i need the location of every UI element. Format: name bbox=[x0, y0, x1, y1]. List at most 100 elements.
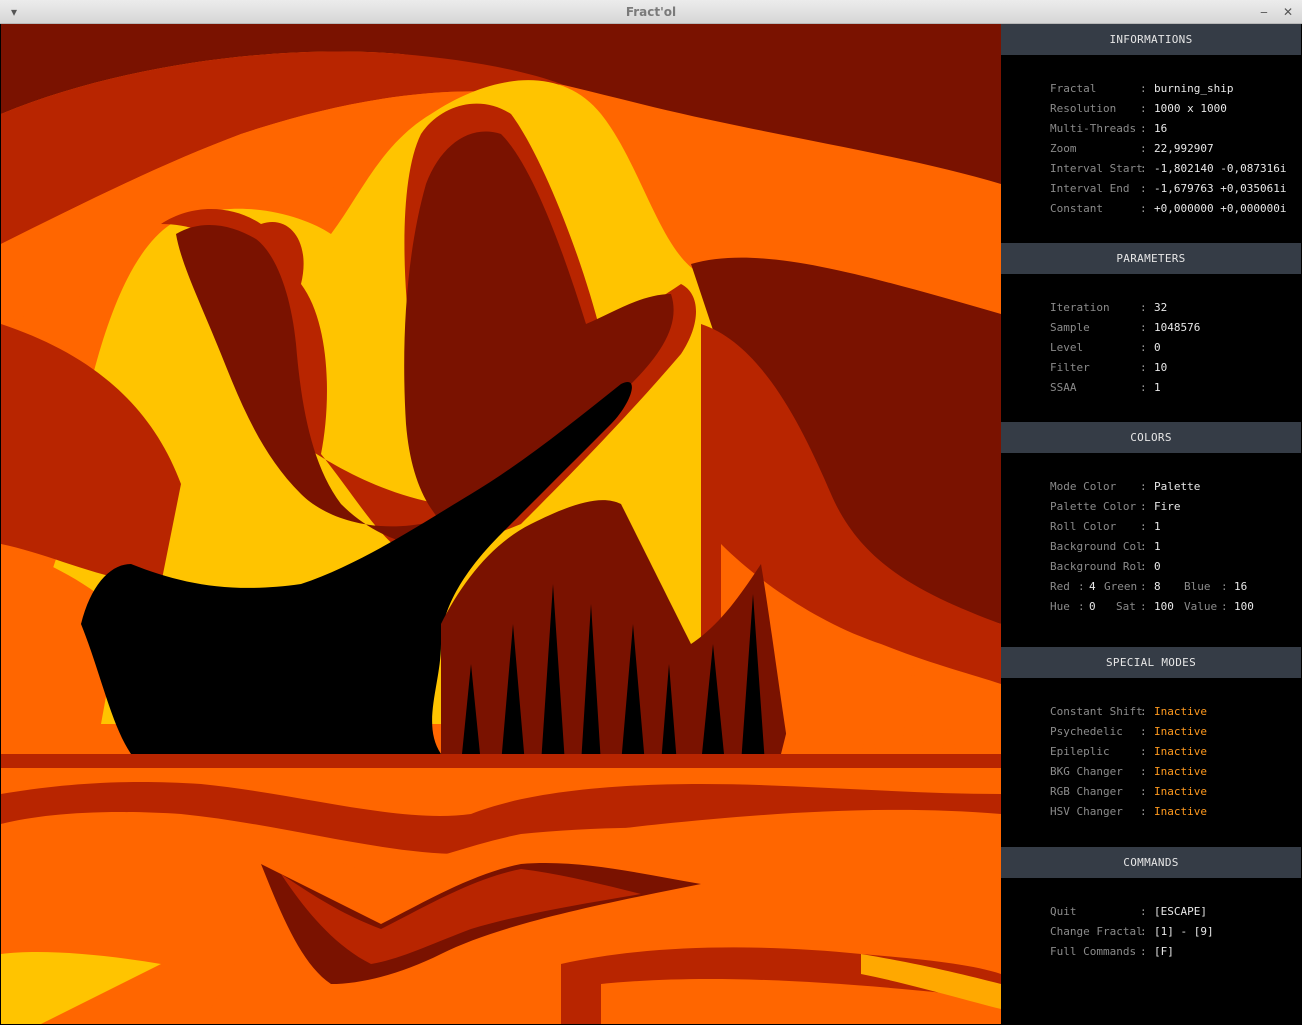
param-value: 32 bbox=[1154, 301, 1168, 314]
window-title: Fract'ol bbox=[625, 5, 677, 19]
minimize-icon[interactable]: ‒ bbox=[1256, 4, 1272, 20]
param-row-level: Level:0 bbox=[1001, 338, 1301, 358]
info-value: 16 bbox=[1154, 122, 1168, 135]
param-row-sample: Sample:1048576 bbox=[1001, 318, 1301, 338]
mode-row-epileplic: Epileplic: Inactive bbox=[1001, 742, 1301, 762]
separator: : bbox=[1140, 301, 1147, 314]
separator: : bbox=[1140, 725, 1147, 738]
close-icon[interactable]: ✕ bbox=[1280, 4, 1296, 20]
mode-row-psychedelic: Psychedelic: Inactive bbox=[1001, 722, 1301, 742]
color-value: 1 bbox=[1154, 540, 1161, 553]
info-row-interval-end: Interval End: -1,679763 +0,035061i bbox=[1001, 179, 1301, 199]
separator: : bbox=[1140, 361, 1147, 374]
mode-status: Inactive bbox=[1154, 805, 1207, 818]
info-value: -1,802140 -0,087316i bbox=[1154, 162, 1287, 175]
separator: : bbox=[1140, 520, 1147, 533]
param-value: 1 bbox=[1154, 381, 1161, 394]
separator: : bbox=[1140, 745, 1147, 758]
separator: : bbox=[1140, 480, 1147, 493]
info-label: Zoom bbox=[1050, 142, 1077, 155]
mode-label: BKG Changer bbox=[1050, 765, 1123, 778]
colors-header: COLORS bbox=[1001, 422, 1301, 453]
color-value: 1 bbox=[1154, 520, 1161, 533]
color-label: Background Rol bbox=[1050, 560, 1143, 573]
color-row-rgb: Red : 4 Green : 8 Blue : 16 bbox=[1001, 577, 1301, 597]
value-label: Value bbox=[1184, 600, 1218, 613]
info-label: Fractal bbox=[1050, 82, 1097, 95]
special-modes-header: SPECIAL MODES bbox=[1001, 647, 1301, 678]
command-key: [F] bbox=[1154, 945, 1174, 958]
separator: : bbox=[1140, 785, 1147, 798]
mode-status: Inactive bbox=[1154, 725, 1207, 738]
green-value: 8 bbox=[1154, 580, 1161, 593]
color-value: Palette bbox=[1154, 480, 1201, 493]
informations-header: INFORMATIONS bbox=[1001, 24, 1301, 55]
command-row-full-commands: Full Commands: [F] bbox=[1001, 942, 1301, 962]
value-value: 100 bbox=[1234, 600, 1254, 613]
separator: : bbox=[1140, 580, 1147, 593]
color-row-roll: Roll Color:1 bbox=[1001, 517, 1301, 537]
mode-row-rgb-changer: RGB Changer: Inactive bbox=[1001, 782, 1301, 802]
color-label: Roll Color bbox=[1050, 520, 1117, 533]
separator: : bbox=[1140, 102, 1147, 115]
separator: : bbox=[1078, 600, 1085, 613]
color-label: Palette Color bbox=[1050, 500, 1137, 513]
command-key: [ESCAPE] bbox=[1154, 905, 1207, 918]
mode-status: Inactive bbox=[1154, 705, 1207, 718]
color-label: Mode Color bbox=[1050, 480, 1117, 493]
info-value: 22,992907 bbox=[1154, 142, 1214, 155]
mode-status: Inactive bbox=[1154, 785, 1207, 798]
param-row-ssaa: SSAA:1 bbox=[1001, 378, 1301, 398]
separator: : bbox=[1140, 162, 1147, 175]
parameters-section: Iteration:32 Sample:1048576 Level:0 Filt… bbox=[1001, 274, 1301, 422]
separator: : bbox=[1140, 540, 1147, 553]
red-value: 4 bbox=[1089, 580, 1096, 593]
informations-section: Fractal: burning_ship Resolution:1000 x 1… bbox=[1001, 55, 1301, 243]
color-value: Fire bbox=[1154, 500, 1181, 513]
param-value: 10 bbox=[1154, 361, 1168, 374]
info-row-resolution: Resolution:1000 x 1000 bbox=[1001, 99, 1301, 119]
separator: : bbox=[1140, 142, 1147, 155]
fractal-canvas[interactable] bbox=[1, 24, 1001, 1024]
separator: : bbox=[1140, 182, 1147, 195]
red-label: Red bbox=[1050, 580, 1070, 593]
special-modes-section: Constant Shift: Inactive Psychedelic: Inac… bbox=[1001, 678, 1301, 847]
separator: : bbox=[1140, 341, 1147, 354]
separator: : bbox=[1140, 705, 1147, 718]
sat-label: Sat bbox=[1116, 600, 1136, 613]
separator: : bbox=[1221, 580, 1228, 593]
color-row-hsv: Hue : 0 Sat : 100 Value : 100 bbox=[1001, 597, 1301, 617]
colors-section: Mode Color: Palette Palette Color: Fire Ro… bbox=[1001, 453, 1301, 647]
info-panel: INFORMATIONS Fractal: burning_ship Resolu… bbox=[1001, 24, 1301, 1024]
info-label: Resolution bbox=[1050, 102, 1117, 115]
info-row-zoom: Zoom:22,992907 bbox=[1001, 139, 1301, 159]
info-row-fractal: Fractal: burning_ship bbox=[1001, 79, 1301, 99]
mode-label: Psychedelic bbox=[1050, 725, 1123, 738]
param-value: 0 bbox=[1154, 341, 1161, 354]
separator: : bbox=[1140, 500, 1147, 513]
info-row-interval-start: Interval Start: -1,802140 -0,087316i bbox=[1001, 159, 1301, 179]
commands-section: Quit: [ESCAPE] Change Fractal: [1] - [9] F… bbox=[1001, 878, 1301, 1012]
info-value: 1000 x 1000 bbox=[1154, 102, 1227, 115]
separator: : bbox=[1140, 805, 1147, 818]
mode-label: RGB Changer bbox=[1050, 785, 1123, 798]
separator: : bbox=[1140, 905, 1147, 918]
info-row-threads: Multi-Threads:16 bbox=[1001, 119, 1301, 139]
info-value: -1,679763 +0,035061i bbox=[1154, 182, 1287, 195]
color-row-palette: Palette Color: Fire bbox=[1001, 497, 1301, 517]
separator: : bbox=[1140, 122, 1147, 135]
mode-row-hsv-changer: HSV Changer: Inactive bbox=[1001, 802, 1301, 822]
color-label: Background Col bbox=[1050, 540, 1143, 553]
color-row-mode: Mode Color: Palette bbox=[1001, 477, 1301, 497]
param-label: Filter bbox=[1050, 361, 1090, 374]
fractal-render bbox=[1, 24, 1001, 1024]
commands-header: COMMANDS bbox=[1001, 847, 1301, 878]
blue-value: 16 bbox=[1234, 580, 1248, 593]
info-row-constant: Constant: +0,000000 +0,000000i bbox=[1001, 199, 1301, 219]
info-value: burning_ship bbox=[1154, 82, 1234, 95]
separator: : bbox=[1140, 381, 1147, 394]
separator: : bbox=[1140, 765, 1147, 778]
parameters-header: PARAMETERS bbox=[1001, 243, 1301, 274]
info-value: +0,000000 +0,000000i bbox=[1154, 202, 1287, 215]
param-label: Sample bbox=[1050, 321, 1090, 334]
